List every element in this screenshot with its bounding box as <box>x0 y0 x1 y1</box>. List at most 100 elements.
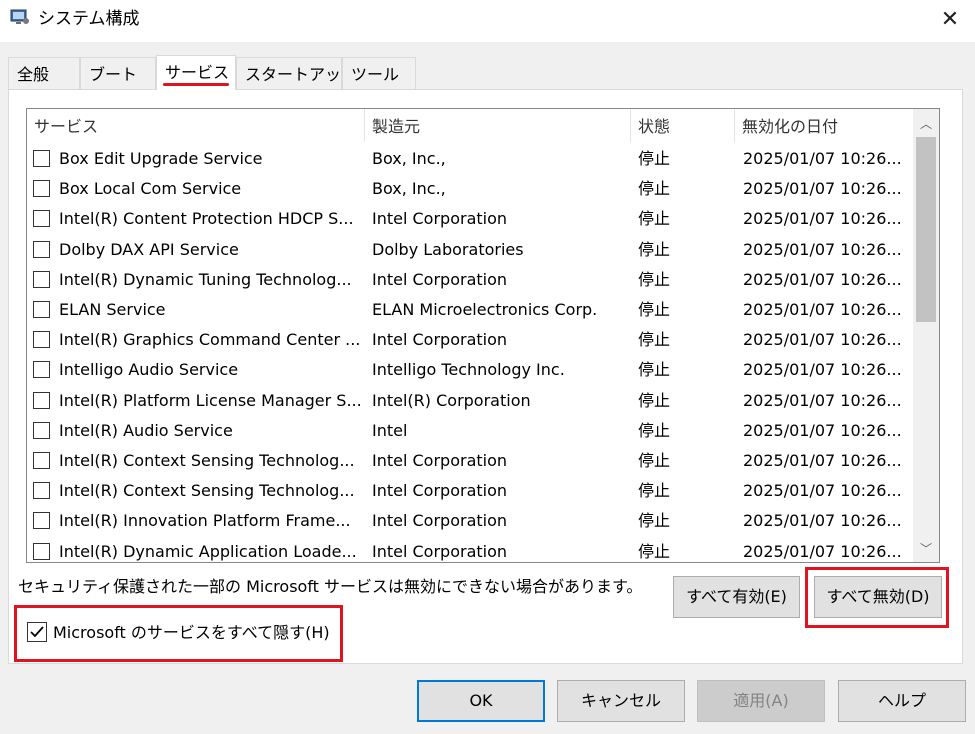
help-button[interactable]: ヘルプ <box>838 680 966 722</box>
tab-boot[interactable]: ブート <box>80 57 156 90</box>
service-row[interactable]: Box Edit Upgrade Service Box, Inc., 停止 2025… <box>27 144 913 174</box>
service-disabled-date: 2025/01/07 10:26... <box>743 330 902 350</box>
service-disabled-date: 2025/01/07 10:26... <box>743 209 902 229</box>
service-disabled-date: 2025/01/07 10:26... <box>743 269 902 289</box>
msconfig-icon <box>10 9 29 24</box>
scroll-thumb[interactable] <box>916 137 936 322</box>
service-checkbox[interactable] <box>33 301 50 318</box>
service-disabled-date: 2025/01/07 10:26... <box>743 300 902 319</box>
service-disabled-date: 2025/01/07 10:26... <box>743 239 902 259</box>
service-checkbox[interactable] <box>33 391 50 409</box>
column-header-service[interactable]: サービス <box>27 109 365 142</box>
service-name: Intel(R) Content Protection HDCP S... <box>59 209 354 229</box>
scroll-up-icon[interactable]: ︿ <box>913 111 939 137</box>
service-manufacturer: Intel(R) Corporation <box>372 390 531 410</box>
service-status: 停止 <box>638 511 671 531</box>
service-name: Dolby DAX API Service <box>59 239 239 259</box>
service-status: 停止 <box>638 420 671 440</box>
service-checkbox[interactable] <box>33 542 50 560</box>
service-name: Intel(R) Audio Service <box>59 420 233 440</box>
service-status: 停止 <box>638 330 671 350</box>
service-row[interactable]: Intel(R) Innovation Platform Frame... Int… <box>27 506 913 536</box>
service-name: Intel(R) Innovation Platform Frame... <box>59 511 351 531</box>
service-checkbox[interactable] <box>33 361 50 379</box>
service-checkbox[interactable] <box>33 240 50 258</box>
service-name: Intel(R) Graphics Command Center ... <box>59 330 361 350</box>
service-name: ELAN Service <box>59 300 166 319</box>
service-disabled-date: 2025/01/07 10:26... <box>743 360 902 380</box>
hide-microsoft-services-checkbox[interactable] <box>27 622 47 642</box>
hide-microsoft-services-label[interactable]: Microsoft のサービスをすべて隠す(H) <box>53 621 330 645</box>
service-manufacturer: Intelligo Technology Inc. <box>372 360 565 380</box>
service-row[interactable]: Intel(R) Audio Service Intel 停止 2025/01/07 … <box>27 416 913 446</box>
service-name: Box Edit Upgrade Service <box>59 149 263 168</box>
service-status: 停止 <box>638 481 671 501</box>
tab-tools[interactable]: ツール <box>342 57 416 90</box>
service-row[interactable]: Intel(R) Context Sensing Technolog... Int… <box>27 476 913 506</box>
protected-services-note: セキュリティ保護された一部の Microsoft サービスは無効にできない場合が… <box>18 577 643 596</box>
service-row[interactable]: Intel(R) Dynamic Application Loade... Int… <box>27 537 913 562</box>
checkmark-icon <box>30 626 44 638</box>
service-checkbox[interactable] <box>33 270 50 288</box>
service-status: 停止 <box>638 300 671 319</box>
service-name: Intel(R) Platform License Manager S... <box>59 390 362 410</box>
service-manufacturer: Box, Inc., <box>372 149 446 168</box>
service-checkbox[interactable] <box>33 421 50 439</box>
apply-button[interactable]: 適用(A) <box>697 680 825 722</box>
service-row[interactable]: ELAN Service ELAN Microelectronics Corp. 停… <box>27 295 913 325</box>
tab-startup[interactable]: スタートアップ <box>236 57 357 90</box>
service-row[interactable]: Dolby DAX API Service Dolby Laboratories 停… <box>27 235 913 265</box>
service-manufacturer: ELAN Microelectronics Corp. <box>372 300 598 319</box>
column-header-status[interactable]: 状態 <box>631 109 735 142</box>
service-checkbox[interactable] <box>33 512 50 530</box>
tab-services[interactable]: サービス <box>156 55 236 90</box>
service-name: Intelligo Audio Service <box>59 360 239 380</box>
list-header: サービス 製造元 状態 無効化の日付 <box>27 109 913 142</box>
service-manufacturer: Intel Corporation <box>372 330 508 350</box>
service-status: 停止 <box>638 269 671 289</box>
ok-button[interactable]: OK <box>417 680 545 722</box>
cancel-button[interactable]: キャンセル <box>557 680 685 722</box>
service-checkbox[interactable] <box>33 482 50 500</box>
window-title: システム構成 <box>38 9 140 29</box>
close-icon[interactable]: ✕ <box>935 5 965 35</box>
service-manufacturer: Intel Corporation <box>372 209 508 229</box>
service-status: 停止 <box>638 541 671 561</box>
service-status: 停止 <box>638 209 671 229</box>
service-row[interactable]: Box Local Com Service Box, Inc., 停止 2025/01… <box>27 174 913 204</box>
service-manufacturer: Intel Corporation <box>372 541 508 561</box>
disable-all-button[interactable]: すべて無効(D) <box>814 576 942 618</box>
service-name: Box Local Com Service <box>59 179 242 199</box>
service-manufacturer: Intel Corporation <box>372 481 508 501</box>
service-manufacturer: Intel Corporation <box>372 451 508 470</box>
service-status: 停止 <box>638 179 671 199</box>
services-list[interactable]: サービス 製造元 状態 無効化の日付 Box Edit Upgrade Serv… <box>26 108 940 563</box>
scroll-down-icon[interactable]: ﹀ <box>913 536 939 562</box>
service-row[interactable]: Intel(R) Content Protection HDCP S... Int… <box>27 204 913 234</box>
vertical-scrollbar[interactable]: ︿ ﹀ <box>913 109 939 562</box>
service-row[interactable]: Intel(R) Context Sensing Technolog... Int… <box>27 446 913 476</box>
service-row[interactable]: Intelligo Audio Service Intelligo Technol… <box>27 355 913 385</box>
service-row[interactable]: Intel(R) Dynamic Tuning Technolog... Inte… <box>27 265 913 295</box>
service-name: Intel(R) Context Sensing Technolog... <box>59 451 355 470</box>
service-row[interactable]: Intel(R) Platform License Manager S... In… <box>27 386 913 416</box>
service-checkbox[interactable] <box>33 210 50 228</box>
service-disabled-date: 2025/01/07 10:26... <box>743 149 902 168</box>
service-checkbox[interactable] <box>33 180 50 198</box>
column-header-manufacturer[interactable]: 製造元 <box>365 109 631 142</box>
service-row[interactable]: Intel(R) Graphics Command Center ... Inte… <box>27 325 913 355</box>
service-disabled-date: 2025/01/07 10:26... <box>743 451 902 470</box>
service-manufacturer: Intel Corporation <box>372 511 508 531</box>
service-checkbox[interactable] <box>33 452 50 469</box>
service-status: 停止 <box>638 451 671 470</box>
service-disabled-date: 2025/01/07 10:26... <box>743 511 902 531</box>
service-manufacturer: Box, Inc., <box>372 179 446 199</box>
service-status: 停止 <box>638 390 671 410</box>
tab-general[interactable]: 全般 <box>8 57 80 90</box>
service-name: Intel(R) Dynamic Application Loade... <box>59 541 357 561</box>
service-checkbox[interactable] <box>33 150 50 167</box>
enable-all-button[interactable]: すべて有効(E) <box>673 576 800 618</box>
service-checkbox[interactable] <box>33 331 50 349</box>
column-header-disabled-date[interactable]: 無効化の日付 <box>735 109 913 142</box>
service-status: 停止 <box>638 239 671 259</box>
